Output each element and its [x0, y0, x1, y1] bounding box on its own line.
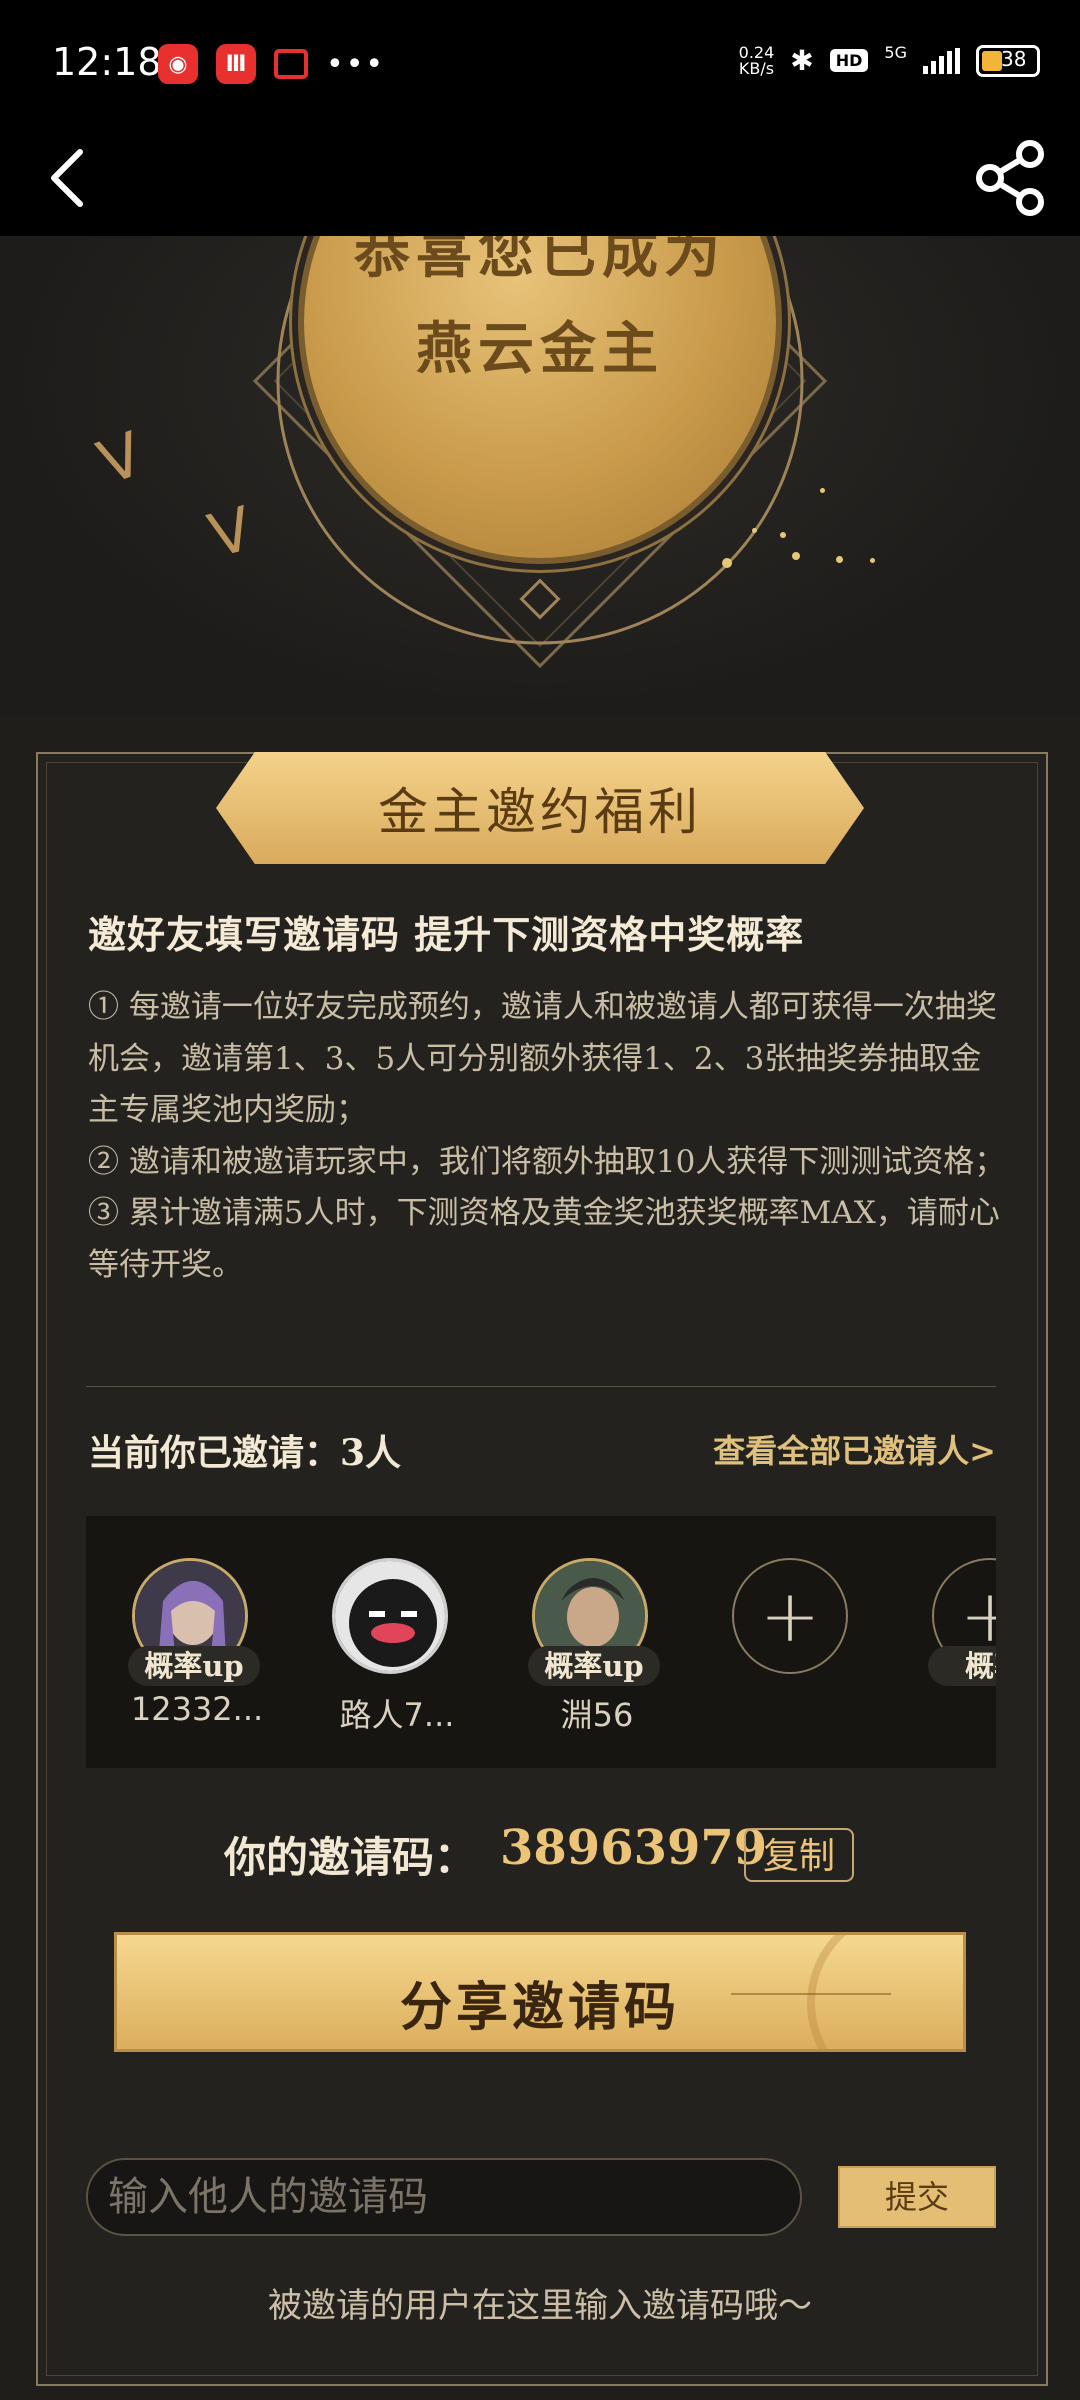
more-notifications-icon: ••• — [326, 46, 386, 82]
status-time: 12:18 — [52, 40, 162, 84]
sparkle — [722, 558, 732, 568]
probability-up-badge: 概率up — [128, 1646, 260, 1686]
app-notification-icon-2: Ⅲ — [216, 44, 256, 84]
invited-count: 当前你已邀请：3人 — [88, 1432, 402, 1474]
submit-button[interactable]: 提交 — [838, 2166, 996, 2228]
divider — [86, 1386, 996, 1387]
status-bar: 12:18 ◉ Ⅲ ••• 0.24 KB/s ✱ HD 5G 38 — [0, 0, 1080, 120]
add-icon: + — [732, 1558, 848, 1674]
hero-title-line2: 燕云金主 — [416, 316, 664, 382]
record-icon — [274, 49, 308, 79]
back-button[interactable] — [40, 138, 120, 218]
invited-avatars: 概率up 12332... 路人7... 概率up 淵56 + 概 — [86, 1516, 996, 1768]
add-invitee-slot-5[interactable]: + 概率 — [928, 1558, 996, 1686]
system-icons: 0.24 KB/s ✱ HD 5G 38 — [738, 42, 1040, 78]
panel-banner-title: 金主邀约福利 — [378, 783, 702, 841]
sparkle — [870, 558, 875, 563]
view-all-invited-link[interactable]: 查看全部已邀请人> — [713, 1426, 996, 1472]
invited-user-name: 淵56 — [560, 1696, 634, 1734]
rules-text: ① 每邀请一位好友完成预约，邀请人和被邀请人都可获得一次抽奖机会，邀请第1、3、… — [88, 982, 1008, 1291]
back-arrow-icon — [51, 149, 83, 207]
invited-user-name: 12332... — [130, 1690, 264, 1728]
net-speed: 0.24 KB/s — [738, 42, 775, 78]
invite-code-label: 你的邀请码： — [224, 1833, 477, 1882]
bluetooth-icon: ✱ — [790, 44, 814, 77]
nav-bar — [0, 120, 1080, 236]
invited-user-name: 路人7... — [339, 1696, 455, 1734]
rule-1: ① 每邀请一位好友完成预约，邀请人和被邀请人都可获得一次抽奖机会，邀请第1、3、… — [88, 989, 997, 1128]
invite-code-value: 38963979 — [500, 1820, 768, 1876]
invite-code-input[interactable] — [86, 2158, 802, 2236]
add-invitee-slot[interactable]: + — [732, 1558, 856, 1674]
swallow-icon: ᐯ — [89, 419, 152, 499]
sparkle — [820, 488, 825, 493]
share-icon — [976, 140, 1044, 216]
sparkle — [792, 552, 800, 560]
sparkle — [836, 556, 843, 563]
hint-text: 被邀请的用户在这里输入邀请码哦～ — [268, 2286, 812, 2326]
hd-badge: HD — [829, 49, 869, 72]
share-invite-code-label: 分享邀请码 — [399, 1977, 680, 2038]
invited-user-3[interactable]: 概率up 淵56 — [528, 1558, 660, 1734]
avatar — [332, 1558, 448, 1674]
invited-user-2[interactable]: 路人7... — [332, 1558, 456, 1734]
hero-title-line1: 恭喜您已成为 — [354, 236, 726, 286]
rule-2: ② 邀请和被邀请玩家中，我们将额外抽取10人获得下测测试资格； — [88, 1143, 1006, 1180]
network-type: 5G — [884, 43, 907, 62]
hero-section: 恭喜您已成为 燕云金主 ᐯ ᐯ — [0, 236, 1080, 716]
share-invite-code-button[interactable]: 分享邀请码 — [114, 1932, 966, 2052]
panel-headline: 邀好友填写邀请码 提升下测资格中奖概率 — [88, 912, 805, 957]
copy-button[interactable]: 复制 — [744, 1828, 854, 1882]
signal-icon — [923, 47, 960, 74]
rule-3: ③ 累计邀请满5人时，下测资格及黄金奖池获奖概率MAX，请耐心等待开奖。 — [88, 1195, 1000, 1283]
share-button[interactable] — [970, 138, 1050, 218]
sparkle — [752, 528, 757, 533]
app-notification-icon: ◉ — [158, 44, 198, 84]
probability-up-badge: 概率 — [928, 1646, 996, 1686]
invited-user-1[interactable]: 概率up 12332... — [128, 1558, 263, 1728]
notification-icons: ◉ Ⅲ ••• — [158, 44, 385, 84]
battery-icon: 38 — [976, 44, 1040, 77]
probability-up-badge: 概率up — [528, 1646, 660, 1686]
sparkle — [780, 532, 786, 538]
